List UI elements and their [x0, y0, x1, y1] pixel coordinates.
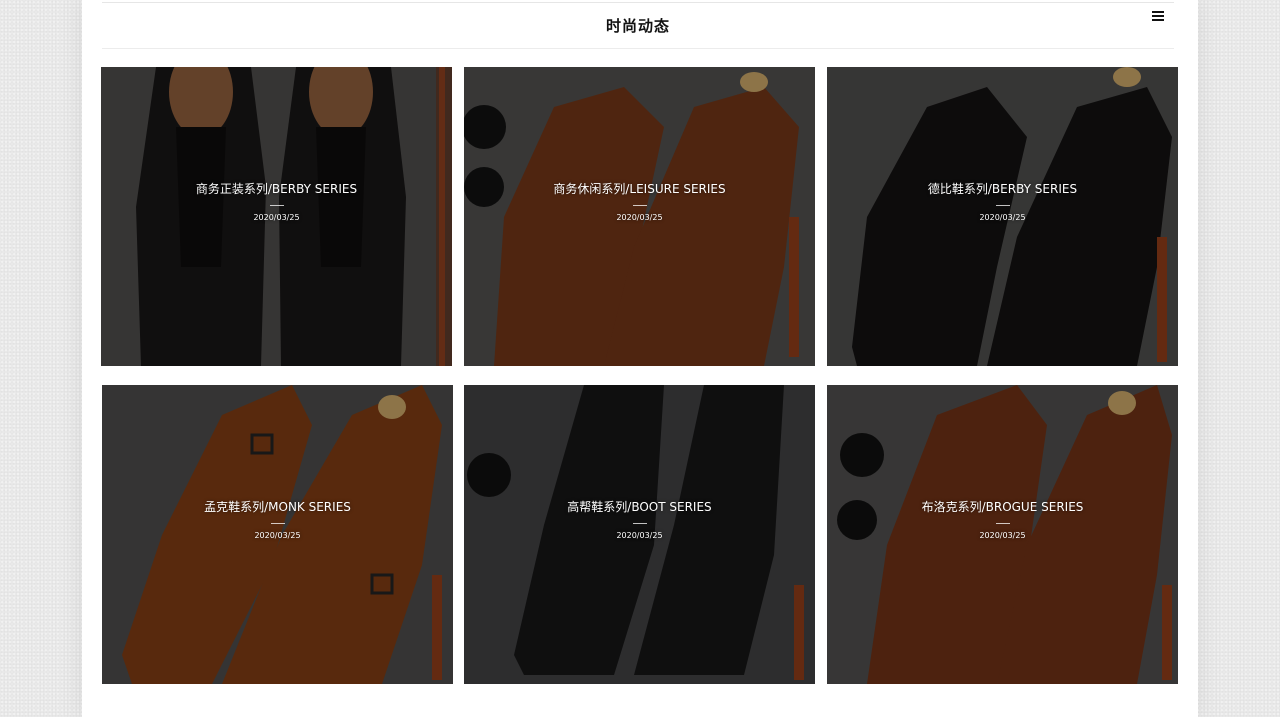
card-title: 商务正装系列/BERBY SERIES: [195, 182, 358, 196]
page-title: 时尚动态: [605, 17, 670, 35]
card-caption: 商务正装系列/BERBY SERIES 2020/03/25: [101, 182, 452, 223]
card-title: 孟克鞋系列/MONK SERIES: [204, 500, 351, 514]
card-title: 德比鞋系列/BERBY SERIES: [927, 182, 1078, 196]
card-date: 2020/03/25: [253, 213, 300, 222]
card-caption: 布洛克系列/BROGUE SERIES 2020/03/25: [827, 500, 1178, 541]
card-caption: 高帮鞋系列/BOOT SERIES 2020/03/25: [464, 500, 815, 541]
hamburger-menu-icon[interactable]: [1152, 10, 1164, 22]
caption-divider: [269, 205, 284, 206]
caption-divider: [632, 523, 647, 524]
card-date: 2020/03/25: [254, 531, 301, 540]
card-caption: 德比鞋系列/BERBY SERIES 2020/03/25: [827, 182, 1178, 223]
card-date: 2020/03/25: [616, 213, 663, 222]
news-card[interactable]: 商务休闲系列/LEISURE SERIES 2020/03/25: [464, 67, 815, 366]
news-card[interactable]: 布洛克系列/BROGUE SERIES 2020/03/25: [827, 385, 1178, 684]
caption-divider: [270, 523, 285, 524]
caption-divider: [995, 205, 1010, 206]
news-card[interactable]: 商务正装系列/BERBY SERIES 2020/03/25: [101, 67, 452, 366]
card-title: 高帮鞋系列/BOOT SERIES: [567, 500, 712, 514]
caption-divider: [632, 205, 647, 206]
news-card[interactable]: 高帮鞋系列/BOOT SERIES 2020/03/25: [464, 385, 815, 684]
card-title: 商务休闲系列/LEISURE SERIES: [553, 182, 726, 196]
card-date: 2020/03/25: [616, 531, 663, 540]
caption-divider: [995, 523, 1010, 524]
news-card[interactable]: 德比鞋系列/BERBY SERIES 2020/03/25: [827, 67, 1178, 366]
card-caption: 孟克鞋系列/MONK SERIES 2020/03/25: [102, 500, 453, 541]
card-caption: 商务休闲系列/LEISURE SERIES 2020/03/25: [464, 182, 815, 223]
card-date: 2020/03/25: [979, 213, 1026, 222]
card-title: 布洛克系列/BROGUE SERIES: [921, 500, 1084, 514]
news-card[interactable]: 孟克鞋系列/MONK SERIES 2020/03/25: [102, 385, 453, 684]
section-header: 时尚动态: [102, 3, 1174, 49]
card-date: 2020/03/25: [979, 531, 1026, 540]
